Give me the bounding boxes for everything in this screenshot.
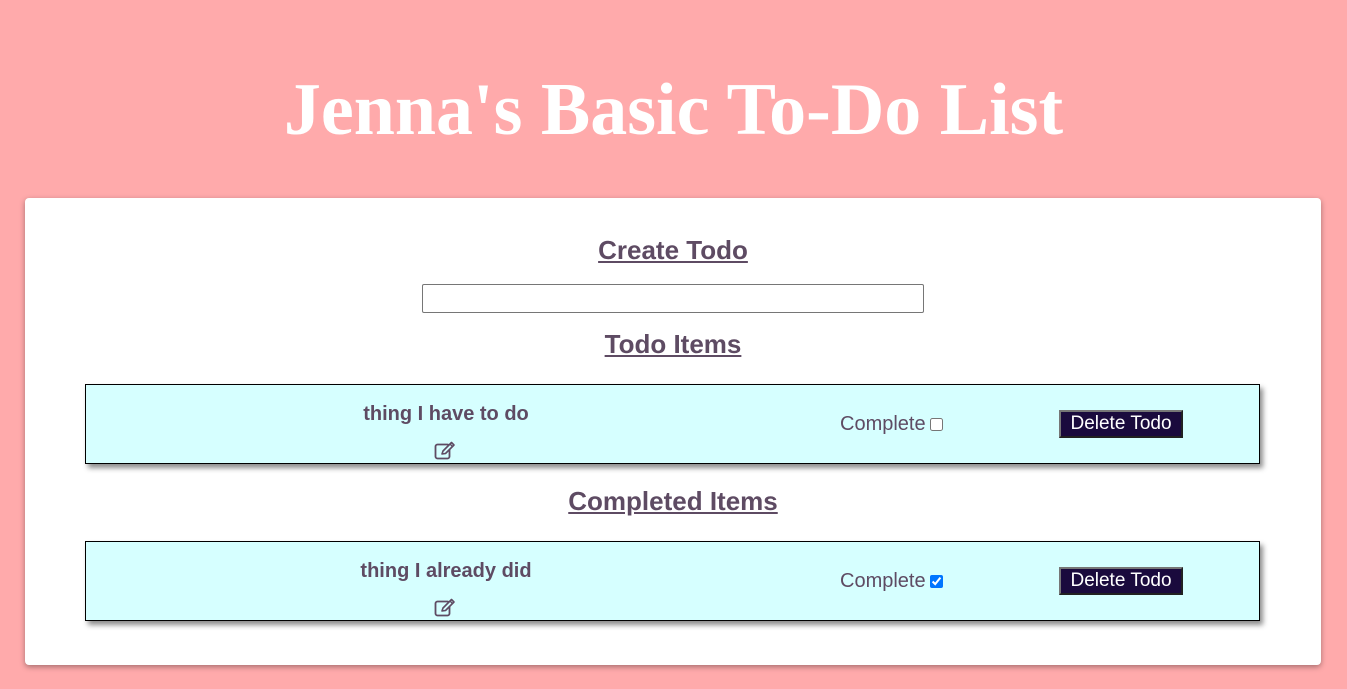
- completed-items-heading: Completed Items: [568, 486, 778, 516]
- delete-todo-button[interactable]: Delete Todo: [1059, 410, 1183, 438]
- create-todo-input[interactable]: [422, 284, 924, 313]
- create-todo-heading: Create Todo: [598, 235, 748, 265]
- complete-checkbox[interactable]: [929, 574, 943, 588]
- complete-checkbox[interactable]: [929, 417, 943, 431]
- todo-item: thing I have to do Complete Delete Todo: [85, 384, 1260, 464]
- completed-item: thing I already did Complete Delete Todo: [85, 541, 1260, 621]
- edit-icon[interactable]: [434, 441, 456, 461]
- todo-item-text: thing I have to do: [363, 403, 529, 425]
- complete-toggle: Complete: [840, 412, 943, 436]
- todo-items-heading: Todo Items: [604, 329, 742, 359]
- page-title: Jenna's Basic To-Do List: [283, 69, 1064, 151]
- edit-icon[interactable]: [434, 598, 456, 618]
- complete-label: Complete: [840, 570, 926, 592]
- delete-todo-button[interactable]: Delete Todo: [1059, 567, 1183, 595]
- todo-app-card: Create Todo Todo Items thing I have to d…: [25, 198, 1321, 665]
- complete-toggle: Complete: [840, 569, 943, 593]
- todo-item-text: thing I already did: [360, 560, 532, 582]
- complete-label: Complete: [840, 413, 926, 435]
